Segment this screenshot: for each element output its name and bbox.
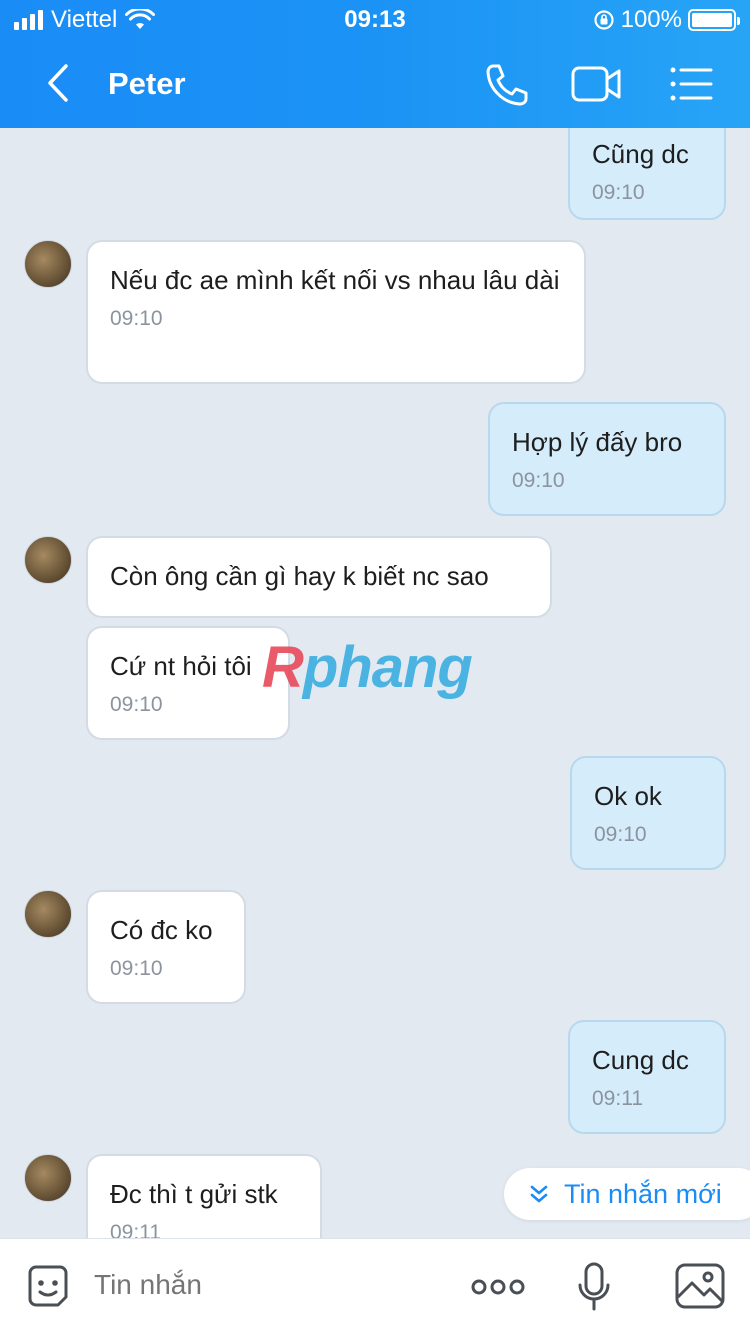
message-time: 09:10 [512, 469, 565, 492]
message-list[interactable]: Cũng dc 09:10 Nếu đc ae mình kết nối vs … [0, 128, 750, 1238]
message-text: Nếu đc ae mình kết nối vs nhau lâu dài [110, 265, 560, 295]
nav-bar: Peter [0, 40, 750, 128]
message-bubble-incoming[interactable]: Còn ông cần gì hay k biết nc sao [86, 536, 552, 618]
message-text: Cung dc [592, 1045, 689, 1075]
phone-icon[interactable] [478, 58, 534, 110]
contact-avatar[interactable] [24, 536, 72, 584]
message-bubble-incoming[interactable]: Nếu đc ae mình kết nối vs nhau lâu dài 0… [86, 240, 586, 384]
message-text: Ok ok [594, 781, 662, 811]
message-time: 09:10 [110, 693, 163, 716]
message-bubble-incoming[interactable]: Có đc ko 09:10 [86, 890, 246, 1004]
battery-percent: 100% [620, 6, 682, 33]
message-input[interactable] [94, 1269, 434, 1301]
double-chevron-down-icon [530, 1185, 548, 1203]
watermark-logo: Rphang [262, 635, 473, 700]
new-messages-label: Tin nhắn mới [564, 1178, 722, 1209]
list-menu-icon[interactable] [664, 58, 720, 110]
message-text: Cứ nt hỏi tôi [110, 651, 252, 681]
contact-avatar[interactable] [24, 1154, 72, 1202]
message-input-bar [0, 1238, 750, 1334]
message-text: Có đc ko [110, 915, 213, 945]
sticker-icon[interactable] [24, 1263, 72, 1311]
message-bubble-outgoing[interactable]: Cung dc 09:11 [568, 1020, 726, 1134]
message-bubble-outgoing[interactable]: Cũng dc 09:10 [568, 128, 726, 220]
message-time: 09:11 [110, 1221, 161, 1238]
message-text: Còn ông cần gì hay k biết nc sao [110, 561, 489, 591]
message-time: 09:11 [592, 1087, 643, 1110]
message-bubble-incoming[interactable]: Đc thì t gửi stk 09:11 [86, 1154, 322, 1238]
microphone-icon[interactable] [576, 1261, 612, 1313]
message-text: Đc thì t gửi stk [110, 1179, 278, 1209]
video-camera-icon[interactable] [568, 58, 624, 110]
message-text: Hợp lý đấy bro [512, 427, 683, 457]
contact-name[interactable]: Peter [108, 66, 186, 102]
image-icon[interactable] [674, 1261, 726, 1311]
message-bubble-outgoing[interactable]: Hợp lý đấy bro 09:10 [488, 402, 726, 516]
new-messages-button[interactable]: Tin nhắn mới [504, 1168, 750, 1220]
message-time: 09:10 [594, 823, 647, 846]
orientation-lock-icon [594, 10, 614, 30]
more-dots-icon[interactable] [470, 1275, 526, 1299]
message-time: 09:10 [592, 181, 645, 204]
contact-avatar[interactable] [24, 240, 72, 288]
back-chevron-icon[interactable] [40, 58, 80, 108]
status-bar: Viettel 09:13 100% [0, 0, 750, 40]
contact-avatar[interactable] [24, 890, 72, 938]
message-text: Cũng dc [592, 139, 689, 169]
message-time: 09:10 [110, 957, 163, 980]
battery-icon [688, 9, 740, 31]
message-time: 09:10 [110, 307, 163, 330]
message-bubble-outgoing[interactable]: Ok ok 09:10 [570, 756, 726, 870]
chat-header: Viettel 09:13 100% Peter [0, 0, 750, 128]
message-bubble-incoming[interactable]: Cứ nt hỏi tôi 09:10 [86, 626, 290, 740]
status-right: 100% [593, 6, 740, 34]
